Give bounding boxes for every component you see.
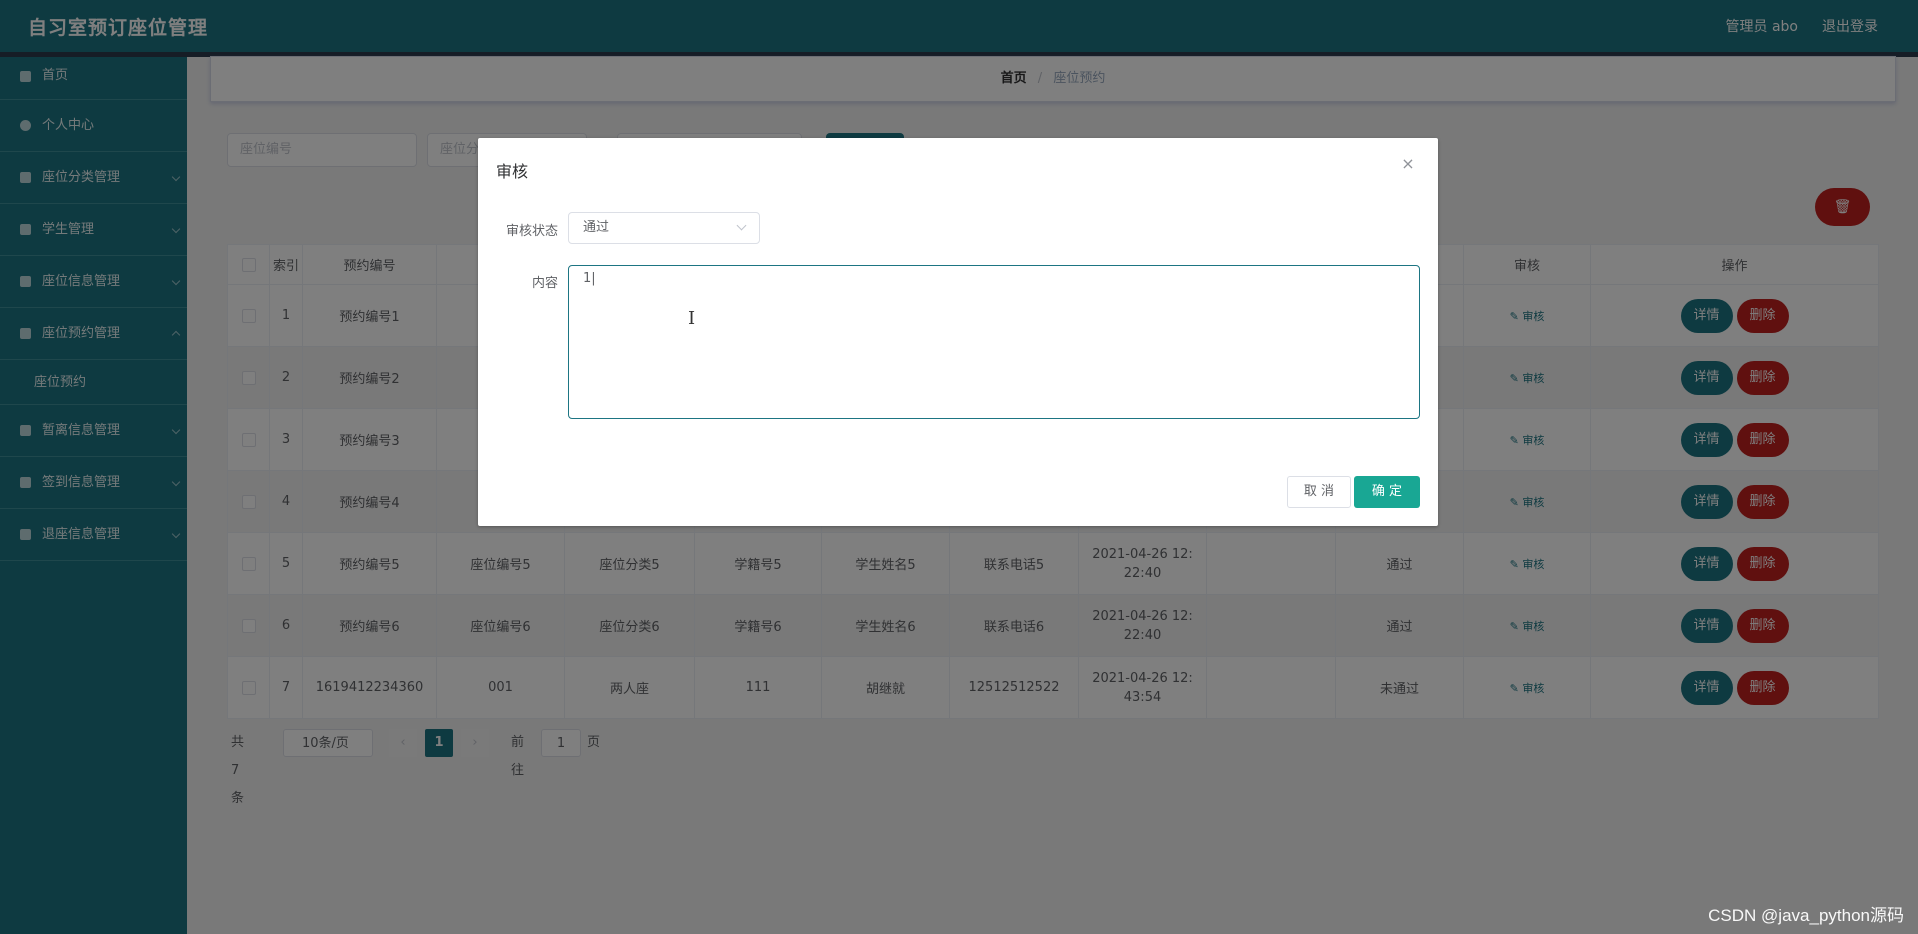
review-status-select[interactable]: 通过: [568, 212, 760, 244]
chevron-down-icon: [736, 220, 747, 231]
text-cursor-icon: I: [688, 308, 696, 329]
content-label: 内容: [531, 276, 558, 291]
content-textarea[interactable]: [568, 265, 1420, 419]
dialog-title: 审核: [496, 162, 529, 181]
close-icon[interactable]: ×: [1400, 156, 1416, 172]
review-status-label: 审核状态: [505, 224, 558, 239]
cancel-button[interactable]: 取 消: [1287, 476, 1351, 508]
review-status-value: 通过: [583, 220, 610, 235]
watermark: CSDN @java_python源码: [1708, 906, 1904, 925]
confirm-button[interactable]: 确 定: [1354, 476, 1420, 508]
review-dialog: 审核 × 审核状态 通过 内容 I 取 消 确 定: [478, 138, 1438, 526]
